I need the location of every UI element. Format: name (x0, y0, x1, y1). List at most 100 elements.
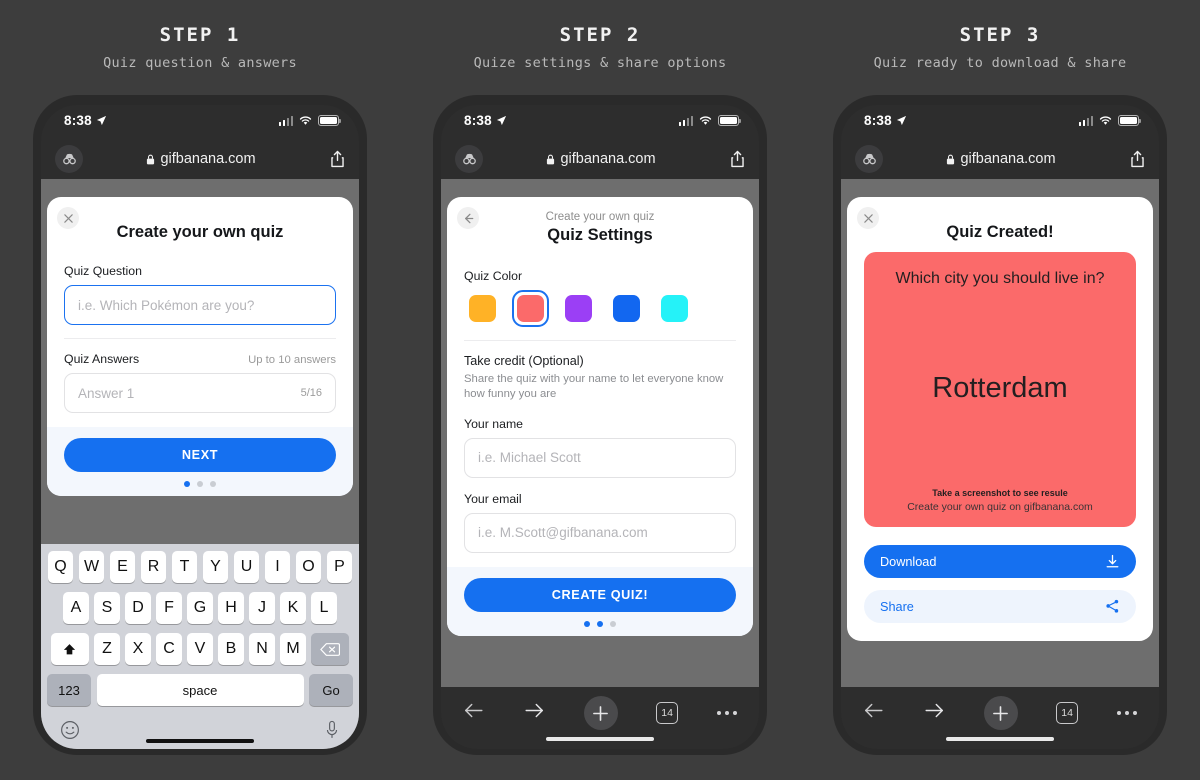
url-display-2[interactable]: gifbanana.com (483, 151, 719, 167)
back-button-2[interactable] (463, 701, 485, 725)
key-p[interactable]: P (326, 551, 353, 583)
status-bar-3: 8:38 (841, 105, 1159, 139)
key-f[interactable]: F (156, 592, 182, 624)
new-tab-button-3[interactable] (983, 696, 1018, 730)
close-x-icon[interactable] (57, 207, 79, 229)
key-s[interactable]: S (94, 592, 120, 624)
web-content-2: Create your own quiz Quiz Settings Quiz … (441, 179, 759, 687)
quiz-result-card: Which city you should live in? Rotterdam… (864, 252, 1136, 527)
location-arrow-icon (496, 115, 506, 126)
key-u[interactable]: U (233, 551, 260, 583)
color-swatch-salmon[interactable] (512, 290, 549, 327)
quiz-color-label: Quiz Color (464, 269, 523, 283)
your-name-input[interactable]: i.e. Michael Scott (464, 437, 736, 478)
shift-up-icon[interactable] (50, 633, 89, 665)
tab-count-badge-3[interactable]: 14 (1056, 702, 1079, 724)
incognito-glasses-icon[interactable] (855, 145, 883, 173)
your-email-input[interactable]: i.e. M.Scott@gifbanana.com (464, 512, 736, 553)
key-z[interactable]: Z (94, 633, 120, 665)
dot-2 (597, 620, 603, 627)
key-w[interactable]: W (78, 551, 105, 583)
more-options-button-3[interactable] (1116, 710, 1137, 716)
key-l[interactable]: L (311, 592, 337, 624)
step-3-subtitle: Quiz ready to download & share (873, 55, 1127, 71)
browser-url-bar-3[interactable]: gifbanana.com (841, 139, 1159, 179)
new-tab-button-2[interactable] (583, 696, 618, 730)
url-display-3[interactable]: gifbanana.com (883, 151, 1119, 167)
key-h[interactable]: H (218, 592, 244, 624)
swatch-fill-cyan (661, 295, 688, 322)
key-e[interactable]: E (109, 551, 136, 583)
swatch-fill-salmon (517, 295, 544, 322)
answer-1-input[interactable]: Answer 1 5/16 (64, 373, 336, 413)
plus-icon (993, 705, 1009, 721)
key-y[interactable]: Y (202, 551, 229, 583)
more-options-button-2[interactable] (716, 710, 737, 716)
download-button[interactable]: Download (864, 545, 1136, 578)
arrow-left-icon[interactable] (457, 207, 479, 229)
microphone-icon[interactable] (324, 720, 340, 745)
home-indicator-3 (946, 736, 1054, 741)
web-content-3: Quiz Created! Which city you should live… (841, 179, 1159, 687)
key-a[interactable]: A (63, 592, 89, 624)
key-t[interactable]: T (171, 551, 198, 583)
key-x[interactable]: X (125, 633, 151, 665)
key-i[interactable]: I (264, 551, 291, 583)
cellular-bars-icon (678, 116, 693, 126)
take-credit-description: Share the quiz with your name to let eve… (464, 373, 724, 401)
screenshot-note: Take a screenshot to see resule (932, 488, 1068, 498)
forward-button-2[interactable] (523, 701, 545, 725)
page-title-3: Quiz Created! (946, 223, 1054, 241)
next-button[interactable]: NEXT (64, 438, 336, 472)
wifi-icon (1099, 116, 1112, 125)
color-swatch-blue[interactable] (608, 290, 645, 327)
phone-screen-1: 8:38 gifbanana.com Create your own quiz … (41, 105, 359, 749)
status-bar-right (278, 115, 342, 126)
key-k[interactable]: K (280, 592, 306, 624)
emoji-smiley-icon[interactable] (60, 720, 80, 745)
incognito-glasses-icon[interactable] (455, 145, 483, 173)
key-v[interactable]: V (187, 633, 213, 665)
share-ios-icon[interactable] (319, 150, 345, 168)
quiz-created-sheet: Quiz Created! Which city you should live… (847, 197, 1153, 641)
step-2-subtitle: Quize settings & share options (473, 55, 727, 71)
share-button[interactable]: Share (864, 590, 1136, 623)
result-answer: Rotterdam (932, 371, 1068, 404)
step-2-column: STEP 2 Quize settings & share options 8:… (400, 0, 800, 780)
browser-url-bar-2[interactable]: gifbanana.com (441, 139, 759, 179)
key-b[interactable]: B (218, 633, 244, 665)
browser-url-bar-1[interactable]: gifbanana.com (41, 139, 359, 179)
tab-count-badge-2[interactable]: 14 (656, 702, 679, 724)
create-quiz-button[interactable]: CREATE QUIZ! (464, 577, 736, 612)
color-swatch-cyan[interactable] (656, 290, 693, 327)
url-display-1[interactable]: gifbanana.com (83, 151, 319, 167)
space-key[interactable]: space (96, 674, 304, 706)
share-ios-icon[interactable] (1119, 150, 1145, 168)
step-3-title: STEP 3 (959, 24, 1041, 46)
forward-button-3[interactable] (923, 701, 945, 725)
share-ios-icon[interactable] (719, 150, 745, 168)
download-icon (1106, 554, 1119, 568)
swatch-fill-purple (565, 295, 592, 322)
quiz-question-input[interactable]: i.e. Which Pokémon are you? (64, 285, 336, 325)
back-button-3[interactable] (863, 701, 885, 725)
color-swatch-purple[interactable] (560, 290, 597, 327)
close-x-icon[interactable] (857, 207, 879, 229)
key-o[interactable]: O (295, 551, 322, 583)
answers-limit-hint: Up to 10 answers (248, 354, 336, 366)
key-d[interactable]: D (125, 592, 151, 624)
color-swatch-amber[interactable] (464, 290, 501, 327)
key-j[interactable]: J (249, 592, 275, 624)
backspace-icon[interactable] (311, 633, 350, 665)
key-n[interactable]: N (249, 633, 275, 665)
browser-toolbar-2: 14 (441, 687, 759, 749)
your-email-placeholder: i.e. M.Scott@gifbanana.com (478, 525, 648, 540)
numeric-key[interactable]: 123 (47, 674, 91, 706)
key-m[interactable]: M (280, 633, 306, 665)
key-c[interactable]: C (156, 633, 182, 665)
key-r[interactable]: R (140, 551, 167, 583)
incognito-glasses-icon[interactable] (55, 145, 83, 173)
key-g[interactable]: G (187, 592, 213, 624)
key-q[interactable]: Q (47, 551, 74, 583)
go-key[interactable]: Go (309, 674, 353, 706)
